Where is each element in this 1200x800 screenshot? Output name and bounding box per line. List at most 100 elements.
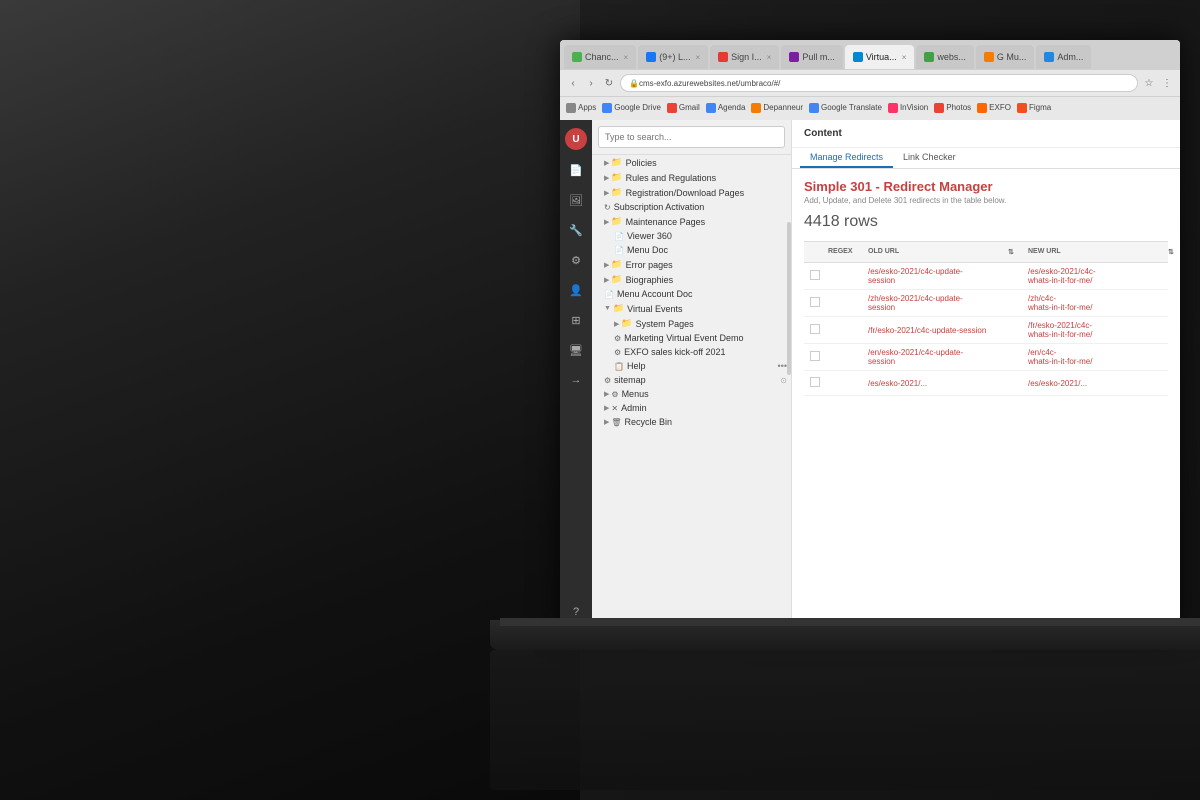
tree-item-menudoc[interactable]: 📄 Menu Doc — [592, 243, 791, 257]
tab-8[interactable]: Adm... — [1036, 45, 1091, 69]
tree-scrollbar[interactable] — [787, 222, 791, 375]
bookmark-translate-label: Google Translate — [821, 103, 882, 112]
tree-item-viewer360[interactable]: 📄 Viewer 360 — [592, 229, 791, 243]
bookmark-exfo[interactable]: EXFO — [977, 103, 1011, 113]
tree-item-biographies[interactable]: ▶ 📁 Biographies — [592, 272, 791, 287]
tree-arrow-registration: ▶ — [604, 189, 609, 197]
tree-item-menus[interactable]: ▶ ⚙ Menus — [592, 387, 791, 401]
bookmark-drive[interactable]: Google Drive — [602, 103, 661, 113]
td-checkbox-4[interactable] — [804, 345, 824, 369]
sidebar-icon-settings[interactable]: ⚙ — [566, 250, 586, 270]
checkbox-3[interactable] — [810, 324, 820, 334]
menu-button[interactable]: ⋮ — [1160, 76, 1174, 90]
sidebar-logo[interactable]: U — [565, 128, 587, 150]
sidebar-icon-image[interactable]: 🖼 — [566, 190, 586, 210]
tree-item-virtualevents[interactable]: ▼ 📁 Virtual Events — [592, 301, 791, 316]
tab-close-2[interactable]: × — [695, 53, 700, 62]
td-mid-2 — [1004, 299, 1024, 307]
tab-4[interactable]: Pull m... — [781, 45, 843, 69]
admin-icon: ✕ — [611, 404, 618, 413]
tab-5[interactable]: Virtua... × — [845, 45, 915, 69]
tree-label-menudoc: Menu Doc — [627, 245, 668, 255]
tab-manage-redirects-label: Manage Redirects — [810, 152, 883, 162]
new-url-link-1[interactable]: /es/esko-2021/c4c-whats-in-it-for-me/ — [1028, 267, 1096, 285]
old-url-link-5[interactable]: /es/esko-2021/... — [868, 379, 927, 388]
bookmark-depanneur[interactable]: Depanneur — [751, 103, 803, 113]
tree-label-sitemap: sitemap — [614, 375, 646, 385]
tab-close-1[interactable]: × — [624, 53, 629, 62]
bookmark-invision[interactable]: InVision — [888, 103, 928, 113]
tree-item-help[interactable]: 📋 Help ••• — [592, 359, 791, 373]
url-bar[interactable]: 🔒 cms-exfo.azurewebsites.net/umbraco/#/ — [620, 74, 1138, 92]
bookmark-photos[interactable]: Photos — [934, 103, 971, 113]
search-input[interactable] — [598, 126, 785, 148]
tree-item-maintenance[interactable]: ▶ 📁 Maintenance Pages — [592, 214, 791, 229]
new-url-link-5[interactable]: /es/esko-2021/... — [1028, 379, 1087, 388]
tree-item-marketing[interactable]: ⚙ Marketing Virtual Event Demo — [592, 331, 791, 345]
old-url-link-1[interactable]: /es/esko-2021/c4c-update-session — [868, 267, 963, 285]
bookmark-gmail-label: Gmail — [679, 103, 700, 112]
tree-item-exfosales[interactable]: ⚙ EXFO sales kick-off 2021 — [592, 345, 791, 359]
tab-close-3[interactable]: × — [767, 53, 772, 62]
tree-item-rules[interactable]: ▶ 📁 Rules and Regulations — [592, 170, 791, 185]
sidebar-icon-arrow[interactable]: → — [566, 370, 586, 390]
checkbox-4[interactable] — [810, 351, 820, 361]
more-button[interactable]: ••• — [778, 361, 787, 371]
old-url-link-3[interactable]: /fr/esko-2021/c4c-update-session — [868, 326, 986, 335]
td-regex-4 — [824, 353, 864, 361]
bookmark-exfo-label: EXFO — [989, 103, 1011, 112]
tab-close-5[interactable]: × — [902, 53, 907, 62]
new-url-link-2[interactable]: /zh/c4c-whats-in-it-for-me/ — [1028, 294, 1092, 312]
tab-1[interactable]: Chanc... × — [564, 45, 636, 69]
td-checkbox-5[interactable] — [804, 371, 824, 395]
tree-item-menuaccount[interactable]: 📄 Menu Account Doc — [592, 287, 791, 301]
reload-button[interactable]: ↻ — [602, 76, 616, 90]
checkbox-2[interactable] — [810, 297, 820, 307]
bookmark-button[interactable]: ☆ — [1142, 76, 1156, 90]
bookmark-figma[interactable]: Figma — [1017, 103, 1051, 113]
tree-label-policies: Policies — [626, 158, 657, 168]
sidebar-icon-screen[interactable]: 🖥 — [566, 340, 586, 360]
new-url-link-3[interactable]: /fr/esko-2021/c4c-whats-in-it-for-me/ — [1028, 321, 1092, 339]
bookmark-translate[interactable]: Google Translate — [809, 103, 882, 113]
tab-manage-redirects[interactable]: Manage Redirects — [800, 148, 893, 168]
tab-3[interactable]: Sign I... × — [710, 45, 779, 69]
sidebar-icon-document[interactable]: 📄 — [566, 160, 586, 180]
sidebar-icon-grid[interactable]: ⊞ — [566, 310, 586, 330]
tree-item-subscription[interactable]: ↻ Subscription Activation — [592, 200, 791, 214]
bookmarks-bar: Apps Google Drive Gmail Agenda Depanneur… — [560, 96, 1180, 118]
old-url-link-4[interactable]: /en/esko-2021/c4c-update-session — [868, 348, 963, 366]
sidebar-icon-wrench[interactable]: 🔧 — [566, 220, 586, 240]
table-row: /zh/esko-2021/c4c-update-session /zh/c4c… — [804, 290, 1168, 317]
checkbox-1[interactable] — [810, 270, 820, 280]
bookmark-photos-label: Photos — [946, 103, 971, 112]
tree-item-policies[interactable]: ▶ 📁 Policies — [592, 155, 791, 170]
forward-button[interactable]: › — [584, 76, 598, 90]
checkbox-5[interactable] — [810, 377, 820, 387]
bookmark-apps[interactable]: Apps — [566, 103, 596, 113]
td-checkbox-2[interactable] — [804, 291, 824, 315]
bookmark-gmail[interactable]: Gmail — [667, 103, 700, 113]
tab-2[interactable]: (9+) L... × — [638, 45, 708, 69]
bookmark-agenda[interactable]: Agenda — [706, 103, 746, 113]
td-checkbox-3[interactable] — [804, 318, 824, 342]
old-url-link-2[interactable]: /zh/esko-2021/c4c-update-session — [868, 294, 963, 312]
folder-icon-registration: 📁 — [611, 187, 622, 198]
tree-item-registration[interactable]: ▶ 📁 Registration/Download Pages — [592, 185, 791, 200]
tab-7[interactable]: G Mu... — [976, 45, 1035, 69]
tree-item-sitemap[interactable]: ⚙ sitemap ⊙ — [592, 373, 791, 387]
tree-item-errorpages[interactable]: ▶ 📁 Error pages — [592, 257, 791, 272]
content-header: Content — [792, 120, 1180, 148]
new-url-link-4[interactable]: /en/c4c-whats-in-it-for-me/ — [1028, 348, 1092, 366]
sidebar-icon-user[interactable]: 👤 — [566, 280, 586, 300]
tab-label-5: Virtua... — [866, 52, 897, 62]
back-button[interactable]: ‹ — [566, 76, 580, 90]
tab-link-checker[interactable]: Link Checker — [893, 148, 966, 168]
td-checkbox-1[interactable] — [804, 264, 824, 288]
tree-item-admin[interactable]: ▶ ✕ Admin — [592, 401, 791, 415]
tree-item-recycle[interactable]: ▶ 🗑 Recycle Bin — [592, 415, 791, 429]
tab-6[interactable]: webs... — [916, 45, 974, 69]
td-end-3 — [1164, 326, 1180, 334]
tree-item-systempages[interactable]: ▶ 📁 System Pages — [592, 316, 791, 331]
bookmark-depanneur-label: Depanneur — [763, 103, 803, 112]
